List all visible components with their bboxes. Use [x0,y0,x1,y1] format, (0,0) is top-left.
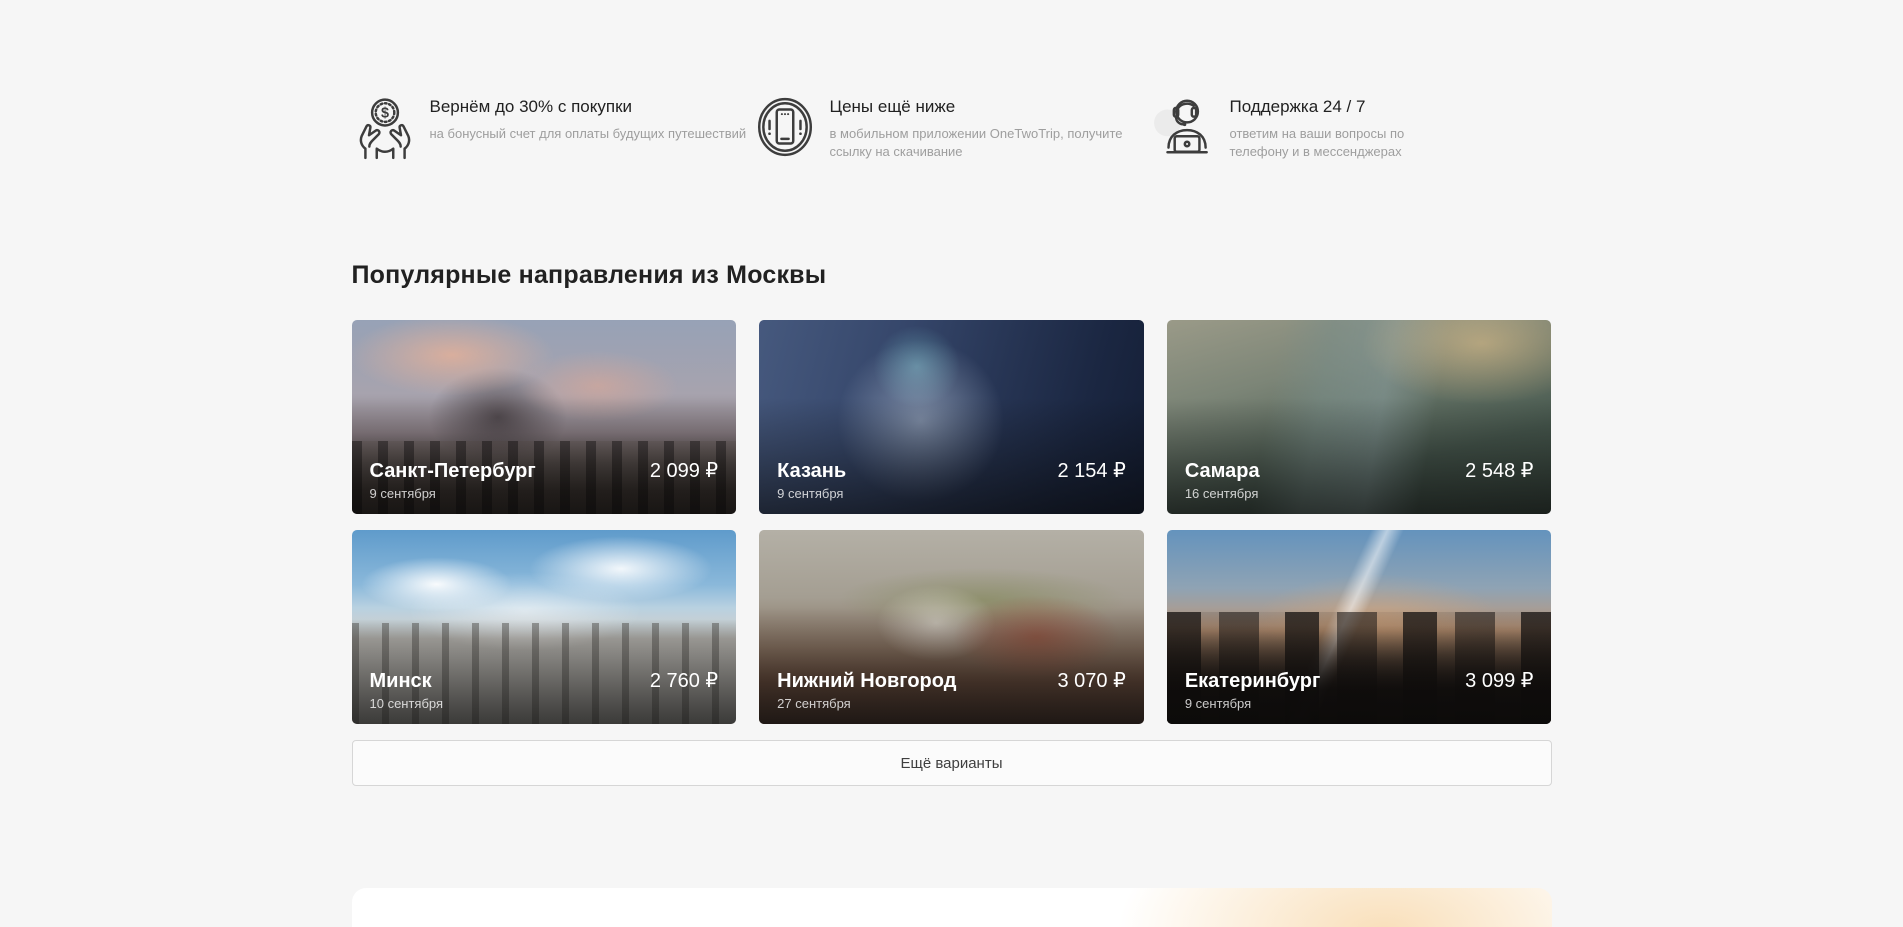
card-city-name: Минск [370,669,444,693]
card-city-name: Санкт-Петербург [370,459,536,483]
card-info: Санкт-Петербург 9 сентября 2 099 ₽ [370,459,719,502]
card-date: 10 сентября [370,696,444,712]
feature-mobile-app: Цены ещё ниже в мобильном приложении One… [752,94,1152,161]
card-price: 3 070 ₽ [1057,669,1125,693]
card-city-name: Нижний Новгород [777,669,956,693]
destination-card-samara[interactable]: Самара 16 сентября 2 548 ₽ [1167,320,1552,514]
destinations-grid: Санкт-Петербург 9 сентября 2 099 ₽ Казан… [352,320,1552,724]
popular-destinations-heading: Популярные направления из Москвы [352,261,1552,290]
cashback-hands-coin-icon: $ [352,94,418,160]
card-date: 9 сентября [1185,696,1320,712]
card-date: 27 сентября [777,696,956,712]
destination-card-kazan[interactable]: Казань 9 сентября 2 154 ₽ [759,320,1144,514]
card-info: Екатеринбург 9 сентября 3 099 ₽ [1185,669,1534,712]
card-price: 2 548 ₽ [1465,459,1533,483]
card-info: Казань 9 сентября 2 154 ₽ [777,459,1126,502]
mobile-app-phone-icon [752,94,818,160]
feature-cashback: $ Вернём до 30% с покупки на бонусный сч… [352,94,752,161]
promo-section-partial [352,888,1552,927]
support-agent-icon [1152,94,1218,160]
svg-text:$: $ [380,106,388,122]
card-price: 2 099 ₽ [650,459,718,483]
card-date: 9 сентября [370,486,536,502]
more-options-button[interactable]: Ещё варианты [352,740,1552,786]
feature-title: Цены ещё ниже [830,96,1130,118]
destination-card-nizhny-novgorod[interactable]: Нижний Новгород 27 сентября 3 070 ₽ [759,530,1144,724]
card-price: 2 154 ₽ [1057,459,1125,483]
card-info: Нижний Новгород 27 сентября 3 070 ₽ [777,669,1126,712]
card-city-name: Казань [777,459,846,483]
page: $ Вернём до 30% с покупки на бонусный сч… [0,0,1903,927]
destination-card-ekaterinburg[interactable]: Екатеринбург 9 сентября 3 099 ₽ [1167,530,1552,724]
card-price: 3 099 ₽ [1465,669,1533,693]
card-date: 9 сентября [777,486,846,502]
feature-subtitle: в мобильном приложении OneTwoTrip, получ… [830,125,1130,161]
feature-support: Поддержка 24 / 7 ответим на ваши вопросы… [1152,94,1552,161]
feature-title: Поддержка 24 / 7 [1230,96,1442,118]
features-row: $ Вернём до 30% с покупки на бонусный сч… [352,0,1552,161]
card-info: Самара 16 сентября 2 548 ₽ [1185,459,1534,502]
card-info: Минск 10 сентября 2 760 ₽ [370,669,719,712]
destination-card-spb[interactable]: Санкт-Петербург 9 сентября 2 099 ₽ [352,320,737,514]
feature-subtitle: на бонусный счет для оплаты будущих путе… [430,125,747,143]
feature-subtitle: ответим на ваши вопросы по телефону и в … [1230,125,1442,161]
card-date: 16 сентября [1185,486,1260,502]
card-city-name: Самара [1185,459,1260,483]
card-price: 2 760 ₽ [650,669,718,693]
card-city-name: Екатеринбург [1185,669,1320,693]
feature-title: Вернём до 30% с покупки [430,96,747,118]
destination-card-minsk[interactable]: Минск 10 сентября 2 760 ₽ [352,530,737,724]
